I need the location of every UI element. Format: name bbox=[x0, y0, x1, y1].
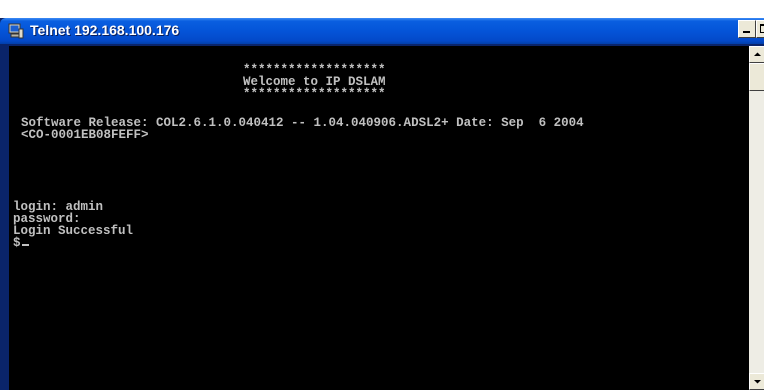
text-cursor bbox=[21, 244, 29, 246]
maximize-button[interactable] bbox=[756, 20, 764, 38]
vertical-scrollbar[interactable] bbox=[749, 46, 764, 390]
title-bar[interactable]: Telnet 192.168.100.176 bbox=[0, 18, 764, 44]
minimize-icon bbox=[743, 31, 750, 33]
banner-bottom-border: ******************* bbox=[243, 87, 386, 101]
arrow-up-icon bbox=[754, 52, 761, 56]
telnet-computer-icon[interactable] bbox=[8, 23, 24, 39]
arrow-down-icon bbox=[754, 380, 761, 384]
serial-number-line: <CO-0001EB08FEFF> bbox=[21, 128, 149, 142]
scroll-up-button[interactable] bbox=[749, 46, 764, 63]
login-status-line: Login Successful bbox=[13, 224, 134, 238]
command-prompt[interactable]: $ bbox=[13, 237, 29, 249]
scroll-thumb[interactable] bbox=[749, 63, 764, 91]
maximize-icon bbox=[760, 24, 764, 33]
prompt-symbol: $ bbox=[13, 236, 21, 250]
scroll-down-button[interactable] bbox=[749, 373, 764, 390]
terminal-output[interactable]: ******************* Welcome to IP DSLAM … bbox=[9, 46, 749, 390]
window-title: Telnet 192.168.100.176 bbox=[30, 22, 180, 38]
minimize-button[interactable] bbox=[738, 20, 756, 38]
telnet-window: Telnet 192.168.100.176 *****************… bbox=[0, 18, 764, 390]
